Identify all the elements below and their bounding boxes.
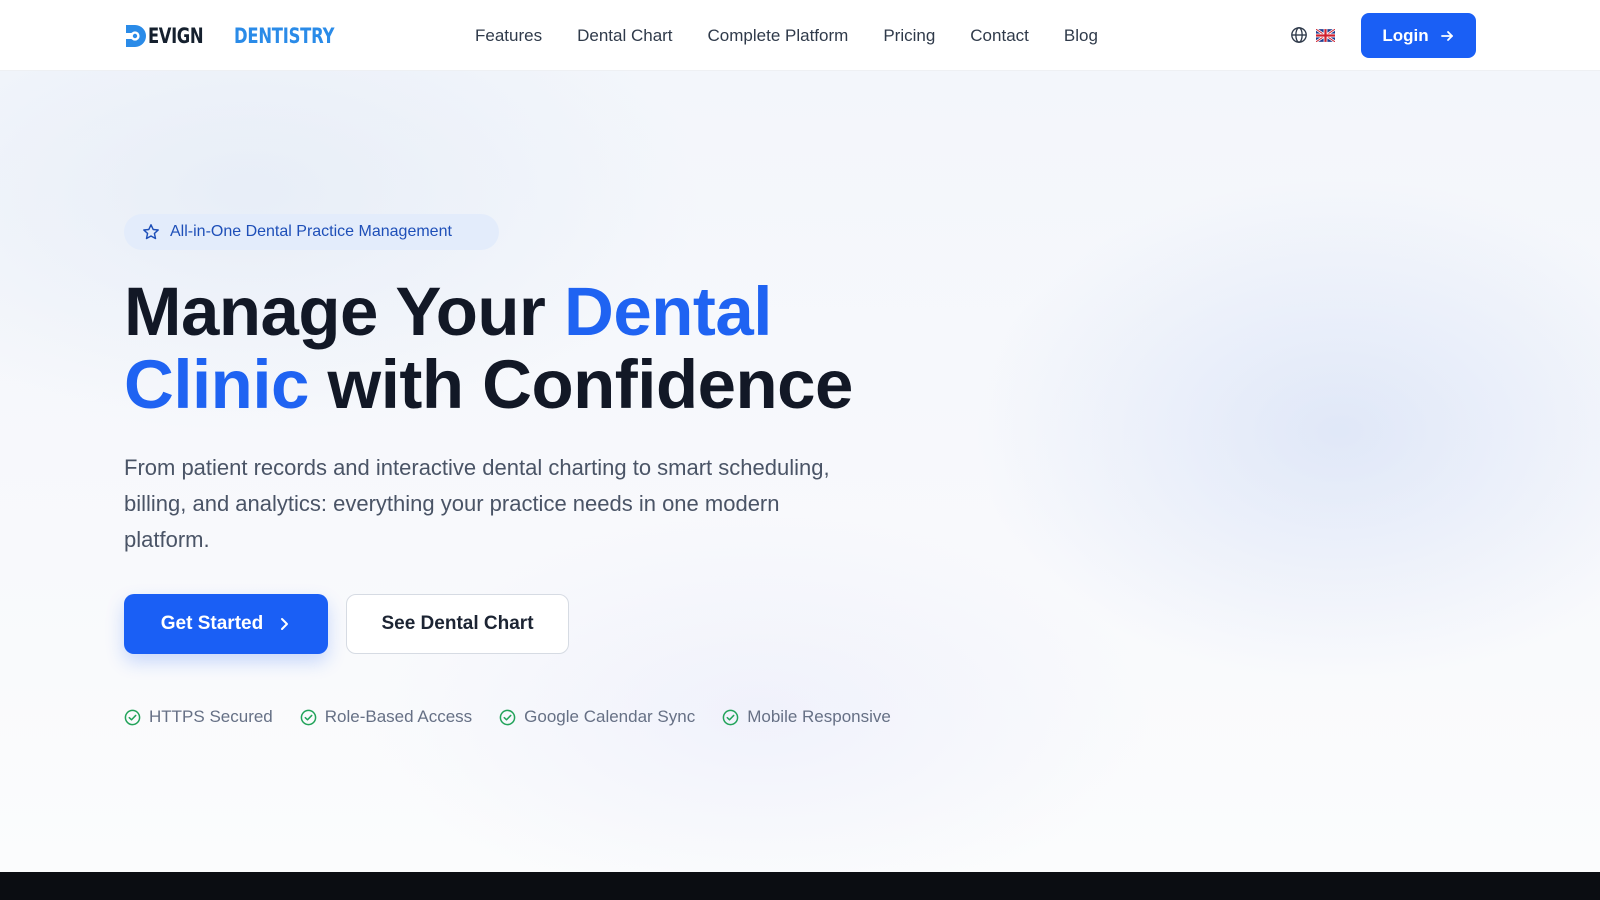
headline-part4: with Confidence (308, 346, 854, 423)
headline-highlight-clinic: Clinic (124, 346, 309, 423)
see-dental-chart-button[interactable]: See Dental Chart (346, 594, 569, 654)
next-section-edge (0, 872, 1600, 900)
hero-headline: Manage Your Dental Clinic with Confidence (124, 275, 904, 421)
nav-item-features[interactable]: Features (475, 26, 542, 46)
check-circle-icon (499, 709, 516, 725)
nav-item-blog[interactable]: Blog (1064, 26, 1098, 46)
nav-item-pricing[interactable]: Pricing (883, 26, 935, 46)
nav-item-complete-platform[interactable]: Complete Platform (708, 26, 849, 46)
feature-label: Google Calendar Sync (524, 707, 696, 726)
brand-name-part2: DENTISTRY (234, 24, 335, 48)
language-switcher[interactable] (1290, 26, 1335, 44)
feature-list: HTTPS Secured Role-Based Access Google C… (124, 707, 891, 727)
brand-logo[interactable]: EVIGN DENTISTRY (124, 20, 374, 52)
get-started-button[interactable]: Get Started (124, 594, 328, 654)
chevron-right-icon (281, 618, 289, 630)
see-dental-chart-label: See Dental Chart (381, 613, 534, 634)
check-circle-icon (300, 709, 317, 725)
feature-item-https: HTTPS Secured (124, 707, 273, 727)
star-icon (143, 224, 159, 240)
nav-item-contact[interactable]: Contact (970, 26, 1029, 46)
check-circle-icon (722, 709, 739, 725)
brand-name-part1: EVIGN (148, 24, 204, 48)
nav-item-dental-chart[interactable]: Dental Chart (577, 26, 672, 46)
feature-item-role-access: Role-Based Access (300, 707, 472, 727)
feature-item-calendar-sync: Google Calendar Sync (499, 707, 695, 727)
headline-highlight-dental: Dental (564, 273, 772, 350)
page: EVIGN DENTISTRY Features Dental Chart Co… (0, 0, 1600, 900)
headline-part1: Manage Your (124, 273, 565, 350)
arrow-right-icon (1440, 30, 1453, 41)
hero-badge-text: All-in-One Dental Practice Management (170, 223, 452, 240)
hero-badge: All-in-One Dental Practice Management (124, 214, 499, 250)
login-button-label: Login (1382, 25, 1429, 45)
hero-subtext: From patient records and interactive den… (124, 455, 830, 552)
check-circle-icon (124, 709, 141, 725)
login-button[interactable]: Login (1361, 13, 1476, 58)
feature-label: HTTPS Secured (149, 707, 273, 726)
main-nav: Features Dental Chart Complete Platform … (475, 0, 1098, 71)
get-started-label: Get Started (160, 613, 264, 634)
globe-icon (1291, 27, 1307, 43)
feature-label: Role-Based Access (324, 707, 473, 726)
site-header: EVIGN DENTISTRY Features Dental Chart Co… (0, 0, 1600, 71)
feature-label: Mobile Responsive (747, 707, 891, 726)
feature-item-mobile: Mobile Responsive (722, 707, 891, 727)
uk-flag-icon (1316, 28, 1335, 42)
logo-d-icon (126, 25, 146, 47)
